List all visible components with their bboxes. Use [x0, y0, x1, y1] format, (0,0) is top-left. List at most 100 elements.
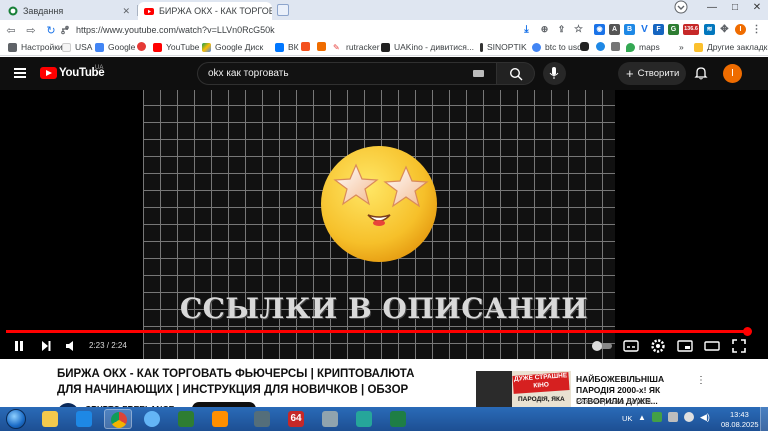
- show-desktop-button[interactable]: [760, 407, 768, 431]
- next-video-icon[interactable]: [40, 338, 52, 354]
- download-icon[interactable]: ⤓: [521, 24, 532, 35]
- bookmark-blue[interactable]: [596, 42, 609, 51]
- theater-mode-icon[interactable]: [704, 338, 720, 354]
- create-label: Створити: [637, 68, 680, 79]
- taskbar-app-screen[interactable]: [350, 409, 378, 429]
- taskbar-app-64[interactable]: 64: [282, 409, 310, 429]
- create-button[interactable]: + Створити: [618, 62, 686, 85]
- bookmark-dark[interactable]: [580, 42, 593, 51]
- bookmark-maps[interactable]: maps: [626, 42, 660, 52]
- more-options-icon[interactable]: ⋮: [696, 375, 706, 386]
- media-player-icon: [212, 411, 228, 427]
- taskbar-app-shield[interactable]: [248, 409, 276, 429]
- extensions-puzzle-icon[interactable]: ✥: [719, 24, 730, 35]
- tab-zavdannya[interactable]: Завдання ✕: [2, 2, 136, 20]
- share-icon[interactable]: ⇪: [556, 24, 567, 35]
- reload-icon[interactable]: ↻: [44, 24, 58, 37]
- extension-d-icon[interactable]: G: [668, 24, 679, 35]
- extension-price-badge[interactable]: 136.6: [683, 24, 699, 35]
- browser-menu-icon[interactable]: ⋮: [751, 24, 762, 35]
- bookmark-sinoptik[interactable]: SINOPTIK: [480, 42, 527, 52]
- tray-app-icon[interactable]: [652, 412, 662, 422]
- app-icon: [580, 42, 589, 51]
- minimize-window-icon[interactable]: —: [703, 2, 721, 13]
- taskbar-ie[interactable]: [138, 409, 166, 429]
- video-player[interactable]: ССЫЛКИ В ОПИСАНИИ 2:23 / 2:24: [0, 90, 768, 359]
- tab-youtube-video[interactable]: БИРЖА ОКХ - КАК ТОРГОВАТ ◀) ✕: [138, 2, 272, 20]
- extension-b-icon[interactable]: B: [624, 24, 635, 35]
- address-bar[interactable]: https://www.youtube.com/watch?v=LLVn0RcG…: [60, 23, 510, 37]
- start-button[interactable]: [6, 409, 26, 429]
- speaker-icon[interactable]: ◀): [700, 412, 710, 423]
- recommended-video-channel[interactable]: Режисерська Версія: [576, 397, 651, 406]
- google-icon: [95, 42, 104, 52]
- subtitles-icon[interactable]: [623, 338, 639, 354]
- tray-show-hidden-icon[interactable]: ▲: [638, 413, 646, 422]
- bookmark-uakino[interactable]: UAKino - дивитися...: [381, 42, 474, 52]
- bookmark-google[interactable]: Google: [95, 42, 135, 52]
- forward-arrow-icon[interactable]: ⇨: [24, 24, 38, 37]
- rutracker-icon: ✎: [333, 42, 342, 52]
- menu-hamburger-icon[interactable]: [14, 68, 26, 78]
- tab-close-icon[interactable]: ✕: [116, 6, 130, 17]
- autoplay-toggle[interactable]: [591, 338, 613, 354]
- bookmarks-overflow-chevron-icon[interactable]: »: [679, 42, 684, 52]
- bookmark-youtube[interactable]: YouTube: [153, 42, 199, 52]
- miniplayer-icon[interactable]: [677, 338, 693, 354]
- voice-search-button[interactable]: [543, 62, 566, 85]
- bookmark-settings[interactable]: Настройки: [8, 42, 63, 52]
- bookmark-red[interactable]: [137, 42, 150, 51]
- back-arrow-icon[interactable]: ⇦: [4, 24, 18, 37]
- network-icon[interactable]: [684, 412, 694, 422]
- bookmark-orange[interactable]: [301, 42, 314, 51]
- fullscreen-icon[interactable]: [731, 338, 747, 354]
- taskbar-monitor[interactable]: [172, 409, 200, 429]
- video-title: БИРЖА ОКХ - КАК ТОРГОВАТЬ ФЬЮЧЕРСЫ | КРИ…: [57, 368, 415, 396]
- bookmark-google-drive[interactable]: Google Диск: [202, 42, 263, 52]
- tray-app-icon[interactable]: [668, 412, 678, 422]
- bookmark-vk[interactable]: ВК: [275, 42, 299, 52]
- profile-avatar-icon[interactable]: I: [735, 24, 746, 35]
- other-bookmarks[interactable]: Другие закладки: [694, 42, 768, 52]
- extension-shield-icon[interactable]: ◉: [594, 24, 605, 35]
- youtube-icon: [153, 42, 162, 52]
- taskbar-chrome[interactable]: [104, 409, 132, 429]
- youtube-header: YouTube UA okx как торговать + Створити …: [0, 57, 768, 90]
- volume-icon[interactable]: [65, 338, 77, 354]
- taskbar-media-player[interactable]: [206, 409, 234, 429]
- progress-bar[interactable]: [6, 330, 747, 333]
- extension-e-icon[interactable]: ≋: [704, 24, 715, 35]
- extension-c-icon[interactable]: F: [653, 24, 664, 35]
- taskbar-app-gear[interactable]: [316, 409, 344, 429]
- clock-time[interactable]: 13:43: [730, 410, 749, 419]
- bookmark-grey[interactable]: [611, 42, 624, 51]
- keyboard-icon[interactable]: [473, 70, 484, 77]
- bookmark-btc-to-usd[interactable]: btc to usd: [532, 42, 582, 52]
- taskbar-explorer[interactable]: [36, 409, 64, 429]
- bookmark-label: Другие закладки: [707, 42, 768, 52]
- bookmark-usa[interactable]: USA: [62, 42, 92, 52]
- search-button[interactable]: [497, 62, 535, 85]
- extension-a-icon[interactable]: A: [609, 24, 620, 35]
- bookmark-rutracker[interactable]: ✎ rutracker: [333, 42, 380, 52]
- progress-scrubber-handle[interactable]: [743, 327, 752, 336]
- settings-gear-icon[interactable]: [650, 338, 666, 354]
- zoom-icon[interactable]: ⊕: [539, 24, 550, 35]
- language-indicator[interactable]: UK: [622, 414, 632, 423]
- maximize-window-icon[interactable]: □: [726, 2, 744, 13]
- account-avatar[interactable]: I: [723, 64, 742, 83]
- profile-menu-icon[interactable]: [672, 0, 690, 17]
- bookmark-star-icon[interactable]: ☆: [573, 24, 584, 35]
- notifications-bell-icon[interactable]: [694, 66, 708, 80]
- extension-vpn-icon[interactable]: V: [639, 24, 650, 35]
- bookmark-f[interactable]: [317, 42, 330, 51]
- recommended-video-thumbnail[interactable]: ДУЖЕ СТРАШНЕ КІНО ПАРОДІЯ, ЯКА: [476, 371, 571, 409]
- clock-date[interactable]: 08.08.2025: [721, 420, 759, 429]
- site-info-icon[interactable]: [60, 25, 70, 35]
- taskbar-app-w[interactable]: [70, 409, 98, 429]
- new-tab-button[interactable]: [277, 4, 289, 16]
- taskbar-excel[interactable]: [384, 409, 412, 429]
- close-window-icon[interactable]: ✕: [748, 2, 766, 13]
- search-input[interactable]: okx как торговать: [197, 62, 497, 85]
- pause-icon[interactable]: [13, 338, 25, 354]
